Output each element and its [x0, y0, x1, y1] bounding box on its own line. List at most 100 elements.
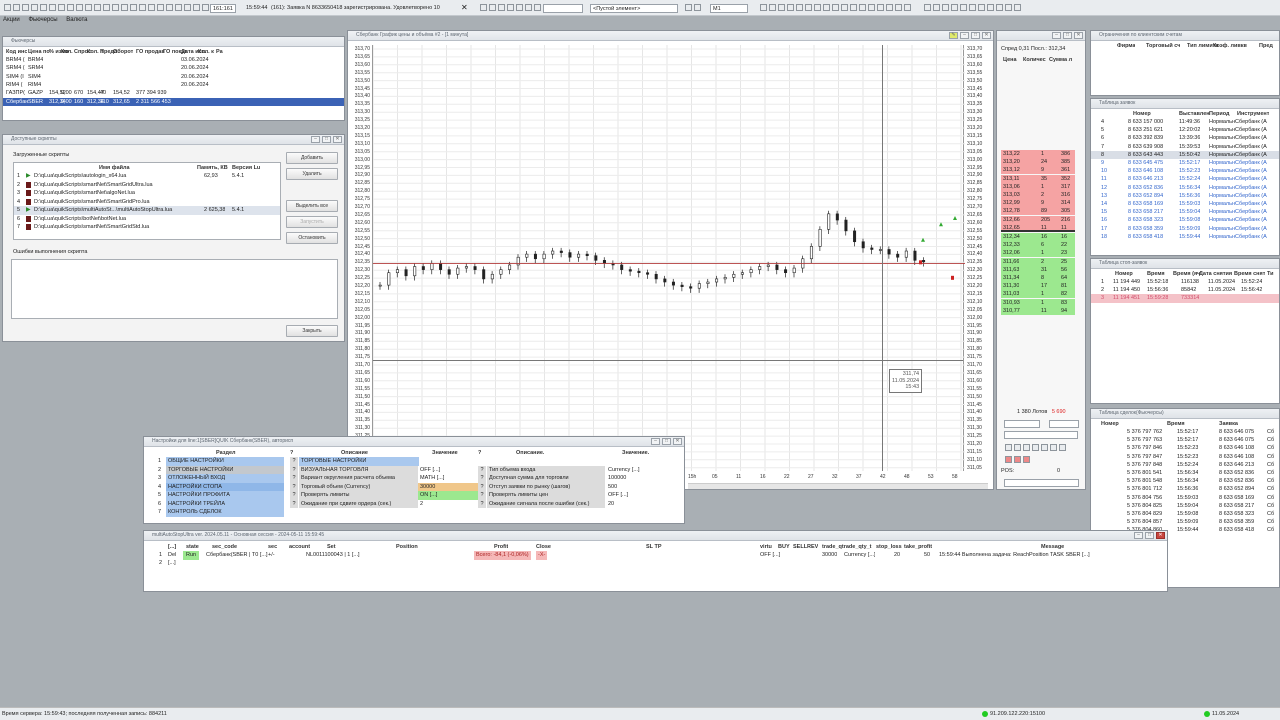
ask-row[interactable]: 313,06 1 317 — [1001, 182, 1075, 191]
toolbar-tool-icon[interactable] — [960, 4, 967, 11]
settings-param-row[interactable]: ? ТОРГОВЫЕ НАСТРОЙКИ — [290, 457, 684, 466]
bid-row[interactable]: 311,03 1 82 — [1001, 290, 1075, 299]
maximize-icon[interactable]: □ — [662, 438, 671, 445]
toolbar-tool-icon[interactable] — [814, 4, 821, 11]
maximize-icon[interactable]: □ — [971, 32, 980, 39]
orderbook-tool-icon[interactable] — [1041, 444, 1048, 451]
toolbar-tool-icon[interactable] — [31, 4, 38, 11]
script-row[interactable]: 7 D:\qLua\quikScripts\smartNet\SmartGridS… — [14, 223, 280, 232]
toolbar-tool-icon[interactable] — [778, 4, 785, 11]
toolbar-tool-icon[interactable] — [996, 4, 1003, 11]
toolbar-tool-icon[interactable] — [942, 4, 949, 11]
script-row[interactable]: 4 D:\qLua\quikScripts\smartNet\SmartGridP… — [14, 198, 280, 207]
chart-scrollbar[interactable] — [688, 483, 988, 489]
script-row[interactable]: 1 ▶ D:\qLua\quikScripts\autologin_x64.lua 6… — [14, 172, 280, 181]
close-icon[interactable]: ✕ — [333, 136, 342, 143]
ask-row[interactable]: 313,03 2 316 — [1001, 191, 1075, 199]
toolbar-tool-icon[interactable] — [933, 4, 940, 11]
toolbar-tool-icon[interactable] — [868, 4, 875, 11]
script-row[interactable]: 3 D:\qLua\quikScripts\smartNet\algoNet.lu… — [14, 189, 280, 198]
bid-row[interactable]: 312,06 1 23 — [1001, 249, 1075, 258]
toolbar-tool-icon[interactable] — [130, 4, 137, 11]
ask-row[interactable]: 313,11 35 352 — [1001, 174, 1075, 183]
maximize-icon[interactable]: □ — [1145, 532, 1154, 539]
bid-row[interactable]: 311,63 31 56 — [1001, 265, 1075, 274]
toolbar-tool-icon[interactable] — [22, 4, 29, 11]
close-icon[interactable]: ✕ — [982, 32, 991, 39]
settings-section-row[interactable]: 5 НАСТРОЙКИ ПРОФИТА — [144, 491, 286, 500]
minimize-icon[interactable]: – — [1052, 32, 1061, 39]
maximize-icon[interactable]: □ — [1063, 32, 1072, 39]
toolbar-tool-icon[interactable] — [103, 4, 110, 11]
ask-row[interactable]: 312,78 89 305 — [1001, 207, 1075, 216]
minimize-icon[interactable]: – — [1134, 532, 1143, 539]
ask-row[interactable]: 313,20 24 385 — [1001, 158, 1075, 167]
toolbar-tool-icon[interactable] — [94, 4, 101, 11]
minimize-icon[interactable]: – — [311, 136, 320, 143]
settings-section-row[interactable]: 7 КОНТРОЛЬ СДЕЛОК — [144, 508, 286, 517]
bid-row[interactable]: 312,34 16 16 — [1001, 233, 1075, 241]
price-input[interactable] — [1004, 420, 1040, 428]
robot-row-2-cell[interactable]: [...] — [168, 559, 176, 568]
element-select[interactable]: <Пустой элемент> — [590, 4, 678, 13]
toolbar-tool-icon[interactable] — [498, 4, 505, 11]
orderbook-tool-icon[interactable] — [1050, 444, 1057, 451]
settings-section-row[interactable]: 4 НАСТРОЙКИ СТОПА — [144, 482, 286, 491]
toolbar-tool-icon[interactable] — [987, 4, 994, 11]
settings-param-row-right[interactable]: ? Проверять лимиты цен OFF [...] — [478, 491, 684, 500]
close-icon[interactable]: ✕ — [673, 438, 682, 445]
ask-row[interactable]: 313,12 9 361 — [1001, 166, 1075, 175]
toolbar-tool-icon[interactable] — [67, 4, 74, 11]
start-script-button[interactable]: Запустить — [286, 216, 338, 228]
toolbar-tool-icon[interactable] — [85, 4, 92, 11]
close-icon[interactable]: ✕ — [1074, 32, 1083, 39]
toolbar-tool-icon[interactable] — [805, 4, 812, 11]
orderbook-tool-icon[interactable] — [1059, 444, 1066, 451]
bid-row[interactable]: 311,34 8 64 — [1001, 274, 1075, 282]
toolbar-tool-icon[interactable] — [13, 4, 20, 11]
toolbar-tool-icon[interactable] — [823, 4, 830, 11]
orderbook-tool-icon[interactable] — [1014, 456, 1021, 463]
toolbar-tool-icon[interactable] — [489, 4, 496, 11]
table-row[interactable]: SIM4 (I SIM4 20.06.2024 — [3, 73, 344, 82]
toolbar-tool-icon[interactable] — [850, 4, 857, 11]
toolbar-tool-icon[interactable] — [40, 4, 47, 11]
price-chart-area[interactable]: 311,74 11.05.2024 15:43 — [372, 45, 965, 471]
remove-script-button[interactable]: Удалить — [286, 168, 338, 180]
toolbar-tool-icon[interactable] — [534, 4, 541, 11]
maximize-icon[interactable]: □ — [322, 136, 331, 143]
toolbar-tool-icon[interactable] — [202, 4, 209, 11]
toolbar-tool-icon[interactable] — [184, 4, 191, 11]
settings-section-row[interactable]: 6 НАСТРОЙКИ ТРЕЙЛА — [144, 499, 286, 508]
toolbar-tool-icon[interactable] — [694, 4, 701, 11]
close-scripts-button[interactable]: Закрыть — [286, 325, 338, 337]
settings-section-row[interactable]: 1 ОБЩИЕ НАСТРОЙКИ — [144, 457, 286, 466]
toolbar-tool-icon[interactable] — [193, 4, 200, 11]
toolbar-tool-icon[interactable] — [685, 4, 692, 11]
settings-param-row-right[interactable]: ? Отступ заявки по рынку (шагов) 500 — [478, 482, 684, 491]
toolbar-tool-icon[interactable] — [112, 4, 119, 11]
settings-param-row-right[interactable]: ? Тип объема входа Currency [...] — [478, 465, 684, 474]
ask-row[interactable]: 312,66 205 216 — [1001, 215, 1075, 224]
toolbar-tool-icon[interactable] — [121, 4, 128, 11]
toolbar-tool-icon[interactable] — [841, 4, 848, 11]
bid-row[interactable]: 311,30 17 81 — [1001, 282, 1075, 291]
toolbar-tool-icon[interactable] — [516, 4, 523, 11]
table-row[interactable]: ГАЗПР(GAZP 154,52 0,00 670 154,47 40 154,52 377… — [3, 89, 344, 98]
orderbook-tool-icon[interactable] — [1005, 444, 1012, 451]
select-all-button[interactable]: Выделить все — [286, 200, 338, 212]
toolbar-tool-icon[interactable] — [49, 4, 56, 11]
toolbar-tool-icon[interactable] — [1014, 4, 1021, 11]
ask-row[interactable]: 312,99 9 314 — [1001, 199, 1075, 208]
settings-param-row-right[interactable]: ? Доступная сумма для торговли 100000 — [478, 474, 684, 483]
close-message-icon[interactable]: ✕ — [461, 3, 468, 13]
ask-row[interactable]: 312,65 11 11 — [1001, 223, 1075, 232]
toolbar-tool-icon[interactable] — [148, 4, 155, 11]
ask-row[interactable]: 313,22 1 386 — [1001, 150, 1075, 158]
menu-item-futures[interactable]: Фьючерсы — [28, 17, 57, 23]
toolbar-tool-icon[interactable] — [895, 4, 902, 11]
orderbook-tool-icon[interactable] — [1014, 444, 1021, 451]
table-row[interactable]: SRM4 (SRM4 20.06.2024 — [3, 64, 344, 73]
orderbook-tool-icon[interactable] — [1005, 456, 1012, 463]
close-icon[interactable]: ✕ — [1156, 532, 1165, 539]
